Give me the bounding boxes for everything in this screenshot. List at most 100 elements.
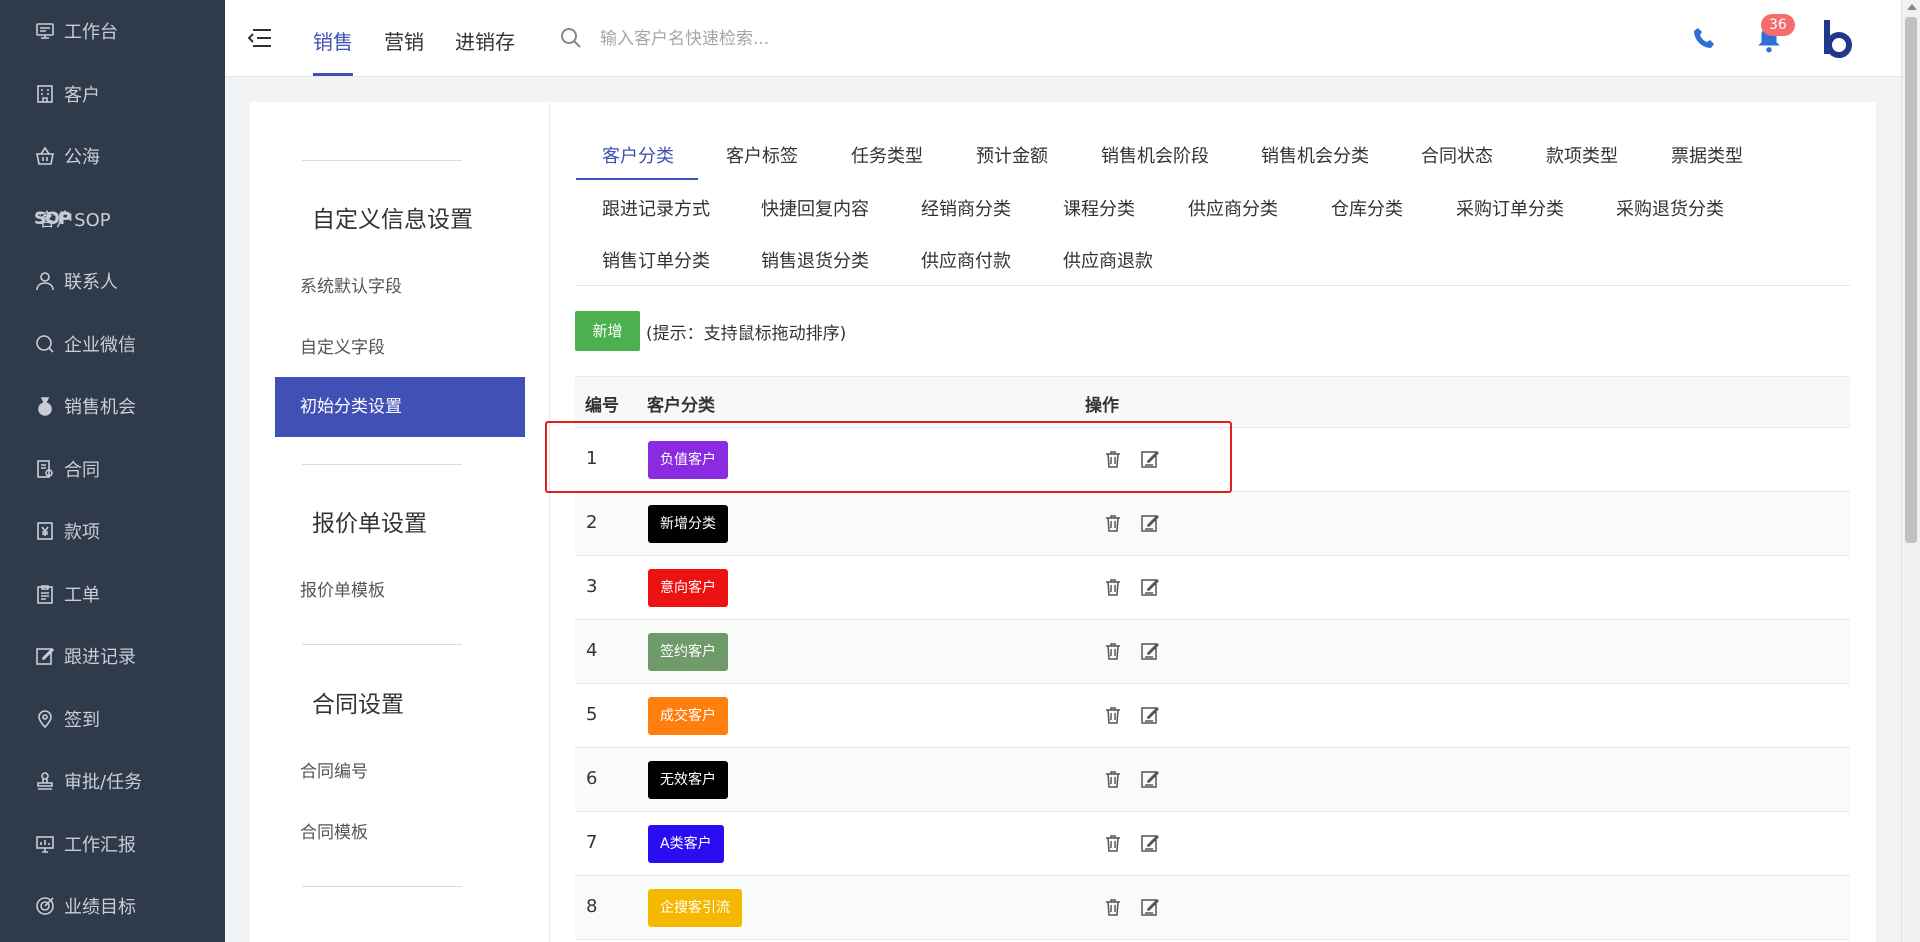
delete-icon[interactable] xyxy=(1103,641,1123,661)
sidebar-item-checkin[interactable]: 签到 xyxy=(0,688,225,751)
table-row[interactable]: 7 A类客户 xyxy=(575,812,1850,876)
table-row[interactable]: 5 成交客户 xyxy=(575,684,1850,748)
menu-toggle-icon[interactable] xyxy=(247,26,273,50)
sidebar-item-reports[interactable]: 工作汇报 xyxy=(0,813,225,876)
edit-icon[interactable] xyxy=(1140,705,1160,725)
delete-icon[interactable] xyxy=(1103,833,1123,853)
search-input[interactable] xyxy=(600,24,1000,54)
sidebar-item-label: 客户 xyxy=(64,84,100,106)
scroll-thumb[interactable] xyxy=(1905,17,1917,543)
edit-icon xyxy=(34,645,56,667)
tab-purchase-order-category[interactable]: 采购订单分类 xyxy=(1456,195,1564,221)
scroll-up-arrow-icon[interactable] xyxy=(1907,4,1917,10)
sidebar-item-wecom[interactable]: 企业微信 xyxy=(0,313,225,376)
header-category: 客户分类 xyxy=(647,396,715,416)
table-row[interactable]: 8 企搜客引流 xyxy=(575,876,1850,940)
settings-card: 自定义信息设置 系统默认字段 自定义字段 初始分类设置 报价单设置 报价单模板 … xyxy=(250,102,1876,942)
sidebar-item-opportunities[interactable]: 销售机会 xyxy=(0,375,225,438)
tab-quick-replies[interactable]: 快捷回复内容 xyxy=(761,195,869,221)
tab-sales-return-category[interactable]: 销售退货分类 xyxy=(761,247,869,273)
edit-icon[interactable] xyxy=(1140,769,1160,789)
nav-link-custom-fields[interactable]: 自定义字段 xyxy=(300,333,385,358)
nav-link-quote-template[interactable]: 报价单模板 xyxy=(300,576,385,601)
tab-opportunity-stage[interactable]: 销售机会阶段 xyxy=(1101,142,1209,168)
delete-icon[interactable] xyxy=(1103,897,1123,917)
nav-link-default-fields[interactable]: 系统默认字段 xyxy=(300,272,402,297)
add-button[interactable]: 新增 xyxy=(575,311,640,351)
tab-supplier-category[interactable]: 供应商分类 xyxy=(1188,195,1278,221)
sidebar-item-followups[interactable]: 跟进记录 xyxy=(0,625,225,688)
tab-followup-methods[interactable]: 跟进记录方式 xyxy=(602,195,710,221)
edit-icon[interactable] xyxy=(1140,577,1160,597)
divider xyxy=(302,644,462,645)
target-icon xyxy=(34,895,56,917)
sidebar-item-customer-sop[interactable]: SOP 客户SOP xyxy=(0,188,225,251)
tab-task-types[interactable]: 任务类型 xyxy=(851,142,923,168)
table-row[interactable]: 3 意向客户 xyxy=(575,556,1850,620)
scrollbar[interactable] xyxy=(1901,0,1920,942)
table-row[interactable]: 6 无效客户 xyxy=(575,748,1850,812)
category-tag: 成交客户 xyxy=(648,697,728,735)
active-tab-indicator xyxy=(576,178,698,180)
delete-icon[interactable] xyxy=(1103,513,1123,533)
sidebar-item-label: 工单 xyxy=(64,584,100,606)
tab-supplier-payment[interactable]: 供应商付款 xyxy=(921,247,1011,273)
edit-icon[interactable] xyxy=(1140,897,1160,917)
tab-invoice-types[interactable]: 票据类型 xyxy=(1671,142,1743,168)
tab-inventory[interactable]: 进销存 xyxy=(455,26,515,55)
tab-sales-order-category[interactable]: 销售订单分类 xyxy=(602,247,710,273)
edit-icon[interactable] xyxy=(1140,513,1160,533)
sidebar-item-workbench[interactable]: 工作台 xyxy=(0,0,225,63)
delete-icon[interactable] xyxy=(1103,769,1123,789)
delete-icon[interactable] xyxy=(1103,577,1123,597)
nav-link-contract-template[interactable]: 合同模板 xyxy=(300,818,368,843)
sidebar-item-payments[interactable]: 款项 xyxy=(0,500,225,563)
row-number: 3 xyxy=(586,576,598,597)
sidebar-item-contacts[interactable]: 联系人 xyxy=(0,250,225,313)
tab-distributor-category[interactable]: 经销商分类 xyxy=(921,195,1011,221)
sidebar-item-customers[interactable]: 客户 xyxy=(0,63,225,126)
edit-icon[interactable] xyxy=(1140,641,1160,661)
table-row[interactable]: 4 签约客户 xyxy=(575,620,1850,684)
presentation-icon xyxy=(34,833,56,855)
row-number: 4 xyxy=(586,640,598,661)
header-actions: 操作 xyxy=(1085,396,1119,416)
search-icon[interactable] xyxy=(560,27,582,53)
tab-marketing[interactable]: 营销 xyxy=(384,26,424,55)
sidebar-item-approvals[interactable]: 审批/任务 xyxy=(0,750,225,813)
sidebar-item-label: 公海 xyxy=(64,147,100,169)
tab-course-category[interactable]: 课程分类 xyxy=(1063,195,1135,221)
sidebar-item-label: 客户SOP xyxy=(38,209,111,231)
nav-link-initial-categories[interactable]: 初始分类设置 xyxy=(275,377,525,437)
sidebar-item-contracts[interactable]: 合同 xyxy=(0,438,225,501)
sidebar-item-tickets[interactable]: 工单 xyxy=(0,563,225,626)
yen-icon xyxy=(34,520,56,542)
clipboard-icon xyxy=(34,583,56,605)
tab-customer-tags[interactable]: 客户标签 xyxy=(726,142,798,168)
edit-icon[interactable] xyxy=(1140,833,1160,853)
sidebar-item-public-pool[interactable]: 公海 xyxy=(0,125,225,188)
tab-customer-category[interactable]: 客户分类 xyxy=(602,142,674,168)
table-body: 1 负值客户 2 新增分类 3 意向客户 4 签约客户 5 成交客户 6 无效客户 7 A类客户 8 企搜客引… xyxy=(575,428,1850,940)
person-icon xyxy=(34,270,56,292)
delete-icon[interactable] xyxy=(1103,705,1123,725)
tab-contract-status[interactable]: 合同状态 xyxy=(1421,142,1493,168)
section-heading: 自定义信息设置 xyxy=(312,207,473,233)
sidebar-item-label: 工作台 xyxy=(64,22,118,44)
tab-payment-types[interactable]: 款项类型 xyxy=(1546,142,1618,168)
sidebar-item-targets[interactable]: 业绩目标 xyxy=(0,875,225,938)
tab-purchase-return-category[interactable]: 采购退货分类 xyxy=(1616,195,1724,221)
tab-sales[interactable]: 销售 xyxy=(313,26,353,55)
table-row[interactable]: 2 新增分类 xyxy=(575,492,1850,556)
category-tag: 企搜客引流 xyxy=(648,889,742,927)
header-number: 编号 xyxy=(585,396,619,416)
tab-supplier-refund[interactable]: 供应商退款 xyxy=(1063,247,1153,273)
nav-link-contract-number[interactable]: 合同编号 xyxy=(300,757,368,782)
basket-icon xyxy=(34,145,56,167)
sidebar-item-label: 销售机会 xyxy=(64,397,136,419)
tab-opportunity-category[interactable]: 销售机会分类 xyxy=(1261,142,1369,168)
tab-estimated-amount[interactable]: 预计金额 xyxy=(976,142,1048,168)
phone-icon[interactable] xyxy=(1692,25,1716,55)
tab-warehouse-category[interactable]: 仓库分类 xyxy=(1331,195,1403,221)
sidebar: 工作台 客户 公海 SOP 客户SOP 联系人 企业微信 销售机会 合同 款项 … xyxy=(0,0,225,942)
